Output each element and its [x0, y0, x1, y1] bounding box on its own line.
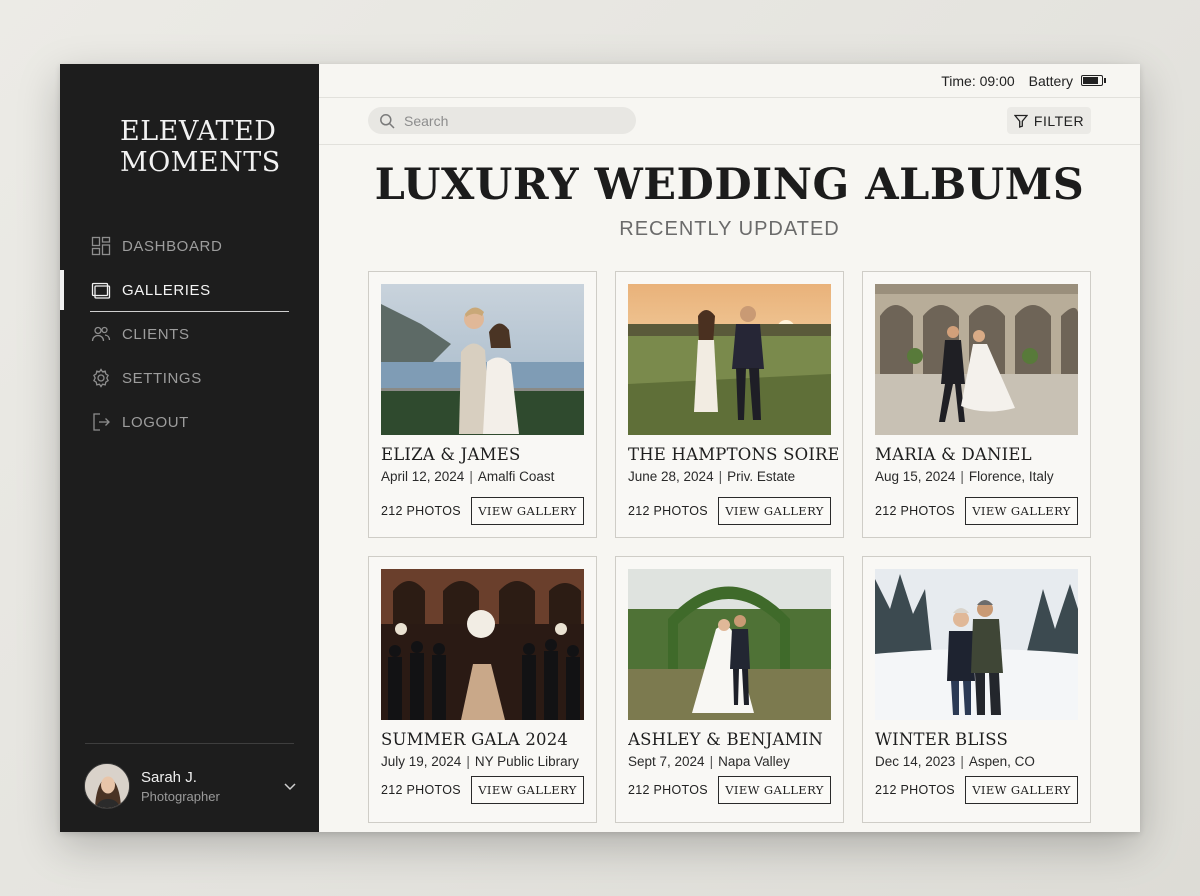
page-title: LUXURY WEDDING ALBUMS [374, 160, 1085, 210]
clients-icon [91, 324, 111, 344]
album-title: THE HAMPTONS SOIREE [628, 445, 838, 464]
album-card[interactable]: WINTER BLISS Dec 14, 2023 | Aspen, CO 212 … [862, 556, 1091, 823]
album-cover-image [875, 284, 1078, 435]
toolbar: Search FILTER [319, 98, 1140, 145]
filter-label: FILTER [1033, 112, 1085, 129]
page-subtitle: RECENTLY UPDATED [619, 218, 840, 240]
view-gallery-button[interactable]: VIEW GALLERY [965, 776, 1078, 804]
gear-icon [91, 368, 111, 388]
view-gallery-button[interactable]: VIEW GALLERY [471, 776, 584, 804]
album-cover-image [628, 569, 831, 720]
album-card[interactable]: MARIA & DANIEL Aug 15, 2024 | Florence, It… [862, 271, 1091, 538]
status-bar: Time: 09:00 Battery [319, 64, 1140, 98]
album-meta: April 12, 2024 | Amalfi Coast [381, 469, 555, 484]
album-grid: ELIZA & JAMES April 12, 2024 | Amalfi Coas… [368, 271, 1091, 823]
status-time: Time: 09:00 [941, 72, 1015, 89]
album-date: April 12, 2024 [381, 469, 465, 484]
album-photo-count: 212 PHOTOS [875, 783, 955, 797]
album-date: July 19, 2024 [381, 754, 462, 769]
album-cover-image [381, 569, 584, 720]
filter-icon [1013, 114, 1029, 128]
main-content: Time: 09:00 Battery Search FILTER LUXURY… [319, 64, 1140, 832]
profile-role: Photographer [141, 788, 220, 804]
album-location: Priv. Estate [727, 469, 796, 484]
album-photo-count: 212 PHOTOS [875, 504, 955, 518]
album-photo-count: 212 PHOTOS [628, 783, 708, 797]
brand-line-2: MOMENTS [120, 147, 281, 178]
album-title: SUMMER GALA 2024 [381, 730, 569, 749]
album-title: MARIA & DANIEL [875, 445, 1032, 464]
view-gallery-button[interactable]: VIEW GALLERY [471, 497, 584, 525]
album-photo-count: 212 PHOTOS [628, 504, 708, 518]
logout-icon [91, 412, 111, 432]
album-date: Dec 14, 2023 [875, 754, 956, 769]
album-location: Amalfi Coast [477, 469, 555, 484]
filter-button[interactable]: FILTER [1007, 107, 1091, 134]
album-location: NY Public Library [474, 754, 579, 769]
profile-name: Sarah J. [141, 768, 197, 786]
dashboard-icon [91, 236, 111, 256]
album-date: Sept 7, 2024 [628, 754, 705, 769]
album-title: WINTER BLISS [875, 730, 1008, 749]
album-cover-image [628, 284, 831, 435]
album-location: Aspen, CO [968, 754, 1035, 769]
sidebar-divider [85, 743, 294, 744]
user-profile[interactable]: Sarah J. Photographer [84, 763, 304, 809]
album-cover-image [875, 569, 1078, 720]
sidebar-item-label: DASHBOARD [122, 237, 223, 255]
album-photo-count: 212 PHOTOS [381, 783, 461, 797]
sidebar-item-logout[interactable]: LOGOUT [60, 400, 319, 444]
brand-logo: ELEVATED MOMENTS [120, 116, 300, 178]
album-cover-image [381, 284, 584, 435]
sidebar: ELEVATED MOMENTS DASHBOARD GALLERIES CLI… [60, 64, 319, 832]
sidebar-item-label: CLIENTS [122, 325, 190, 343]
sidebar-nav: DASHBOARD GALLERIES CLIENTS SETTINGS LOG… [60, 224, 319, 444]
album-card[interactable]: ELIZA & JAMES April 12, 2024 | Amalfi Coas… [368, 271, 597, 538]
album-card[interactable]: THE HAMPTONS SOIREE June 28, 2024 | Priv. … [615, 271, 844, 538]
album-meta: June 28, 2024 | Priv. Estate [628, 469, 796, 484]
album-meta: Dec 14, 2023 | Aspen, CO [875, 754, 1035, 769]
search-input[interactable]: Search [368, 107, 636, 134]
sidebar-item-label: SETTINGS [122, 369, 202, 387]
search-icon [379, 113, 395, 129]
album-meta: Aug 15, 2024 | Florence, Italy [875, 469, 1054, 484]
album-location: Florence, Italy [968, 469, 1054, 484]
album-meta: July 19, 2024 | NY Public Library [381, 754, 579, 769]
album-location: Napa Valley [718, 754, 790, 769]
sidebar-item-settings[interactable]: SETTINGS [60, 356, 319, 400]
avatar [84, 763, 130, 809]
sidebar-item-galleries[interactable]: GALLERIES [60, 268, 319, 312]
app-window: ELEVATED MOMENTS DASHBOARD GALLERIES CLI… [60, 64, 1140, 832]
brand-line-1: ELEVATED [120, 116, 277, 147]
view-gallery-button[interactable]: VIEW GALLERY [965, 497, 1078, 525]
sidebar-item-dashboard[interactable]: DASHBOARD [60, 224, 319, 268]
album-meta: Sept 7, 2024 | Napa Valley [628, 754, 790, 769]
album-title: ASHLEY & BENJAMIN [628, 730, 824, 749]
album-card[interactable]: ASHLEY & BENJAMIN Sept 7, 2024 | Napa Vall… [615, 556, 844, 823]
battery-icon [1081, 75, 1106, 86]
battery-label: Battery [1028, 72, 1073, 89]
album-date: Aug 15, 2024 [875, 469, 956, 484]
view-gallery-button[interactable]: VIEW GALLERY [718, 776, 831, 804]
sidebar-item-clients[interactable]: CLIENTS [60, 312, 319, 356]
album-card[interactable]: SUMMER GALA 2024 July 19, 2024 | NY Public… [368, 556, 597, 823]
album-date: June 28, 2024 [628, 469, 714, 484]
chevron-down-icon[interactable] [282, 778, 298, 794]
album-title: ELIZA & JAMES [381, 445, 521, 464]
sidebar-item-label: GALLERIES [122, 281, 211, 299]
view-gallery-button[interactable]: VIEW GALLERY [718, 497, 831, 525]
galleries-icon [91, 280, 111, 300]
album-photo-count: 212 PHOTOS [381, 504, 461, 518]
search-placeholder: Search [404, 112, 449, 129]
sidebar-item-label: LOGOUT [122, 413, 189, 431]
